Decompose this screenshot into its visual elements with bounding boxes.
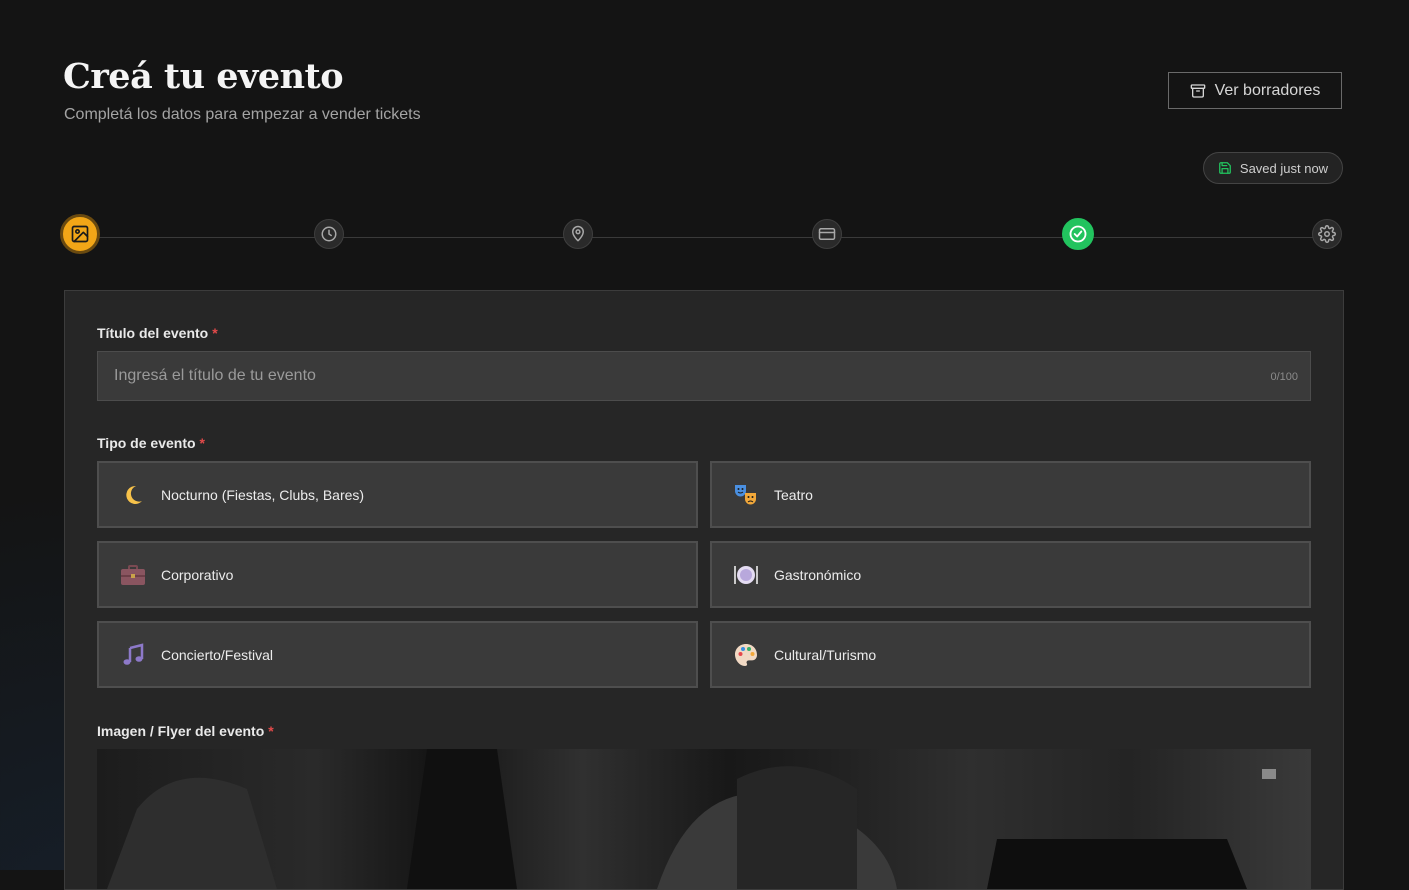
event-type-option-nocturno[interactable]: Nocturno (Fiestas, Clubs, Bares) — [97, 461, 698, 528]
title-input-container: 0/100 — [97, 351, 1311, 401]
event-type-label: Nocturno (Fiestas, Clubs, Bares) — [161, 486, 365, 503]
event-type-label: Tipo de evento * — [97, 435, 205, 451]
page-title: Creá tu evento — [63, 56, 344, 97]
step-time[interactable] — [314, 219, 344, 249]
step-location[interactable] — [563, 219, 593, 249]
event-form-card: Título del evento* 0/100 Tipo de evento*… — [64, 290, 1344, 890]
plate-cutlery-icon — [732, 561, 760, 589]
event-type-option-corporativo[interactable]: Corporativo — [97, 541, 698, 608]
step-review[interactable] — [1062, 218, 1094, 250]
event-type-label: Teatro — [774, 486, 813, 503]
event-type-label: Gastronómico — [774, 566, 862, 583]
title-field-label: Título del evento * — [97, 325, 218, 341]
clock-icon — [320, 225, 338, 243]
credit-card-icon — [818, 225, 836, 243]
event-type-label: Cultural/Turismo — [774, 646, 877, 663]
progress-stepper — [60, 214, 1344, 254]
flyer-photo — [107, 749, 1276, 889]
step-payment[interactable] — [812, 219, 842, 249]
required-mark: * — [199, 435, 205, 451]
event-type-option-cultural[interactable]: Cultural/Turismo — [710, 621, 1311, 688]
palette-icon — [732, 641, 760, 669]
stepper-line — [80, 237, 1328, 238]
page-subtitle: Completá los datos para empezar a vender… — [64, 106, 421, 123]
flyer-field-label: Imagen / Flyer del evento * — [97, 723, 274, 739]
required-mark: * — [268, 723, 274, 739]
event-title-input[interactable] — [98, 352, 1310, 400]
archive-icon — [1190, 83, 1206, 99]
step-settings[interactable] — [1312, 219, 1342, 249]
save-status-text: Saved just now — [1239, 160, 1329, 176]
save-icon — [1218, 161, 1232, 175]
character-counter: 0/100 — [1270, 371, 1298, 383]
check-circle-icon — [1068, 224, 1088, 244]
event-type-label: Corporativo — [161, 566, 234, 583]
gear-icon — [1318, 225, 1336, 243]
image-icon — [70, 224, 90, 244]
required-mark: * — [212, 325, 218, 341]
event-type-option-gastronomico[interactable]: Gastronómico — [710, 541, 1311, 608]
save-status-badge: Saved just now — [1203, 152, 1343, 184]
event-type-label: Concierto/Festival — [161, 646, 274, 663]
flyer-image-preview[interactable] — [97, 749, 1311, 889]
event-type-option-concierto[interactable]: Concierto/Festival — [97, 621, 698, 688]
music-notes-icon — [119, 641, 147, 669]
briefcase-icon — [119, 561, 147, 589]
theater-masks-icon — [732, 481, 760, 509]
view-drafts-button[interactable]: Ver borradores — [1168, 72, 1342, 109]
step-image[interactable] — [60, 214, 100, 254]
view-drafts-label: Ver borradores — [1214, 81, 1321, 99]
map-pin-icon — [569, 225, 587, 243]
crescent-moon-icon — [119, 481, 147, 509]
event-type-option-teatro[interactable]: Teatro — [710, 461, 1311, 528]
